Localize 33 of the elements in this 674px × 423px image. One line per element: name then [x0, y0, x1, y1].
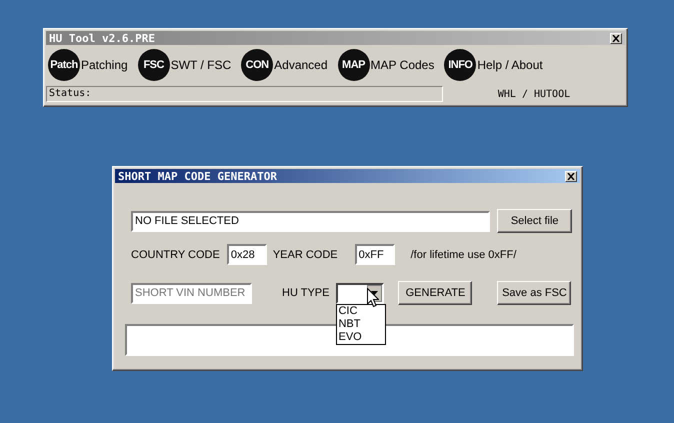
file-path-field[interactable]: NO FILE SELECTED	[131, 210, 490, 232]
toolbar-button[interactable]: MAP MAP Codes	[338, 49, 434, 81]
badge-icon: MAP	[338, 49, 370, 81]
toolbar-button[interactable]: CON Advanced	[241, 49, 328, 81]
dropdown-option[interactable]: NBT	[337, 318, 386, 330]
close-icon	[567, 172, 575, 180]
status-field: Status:	[46, 86, 443, 102]
toolbar-button[interactable]: FSC SWT / FSC	[138, 49, 232, 81]
close-button[interactable]	[610, 32, 622, 44]
vin-field[interactable]: SHORT VIN NUMBER	[131, 282, 252, 304]
window-title: HU Tool v2.6.PRE	[49, 32, 155, 44]
country-code-label: COUNTRY CODE	[131, 248, 220, 260]
dropdown-option[interactable]: EVO	[337, 330, 386, 344]
select-file-button[interactable]: Select file	[497, 209, 572, 233]
badge-icon: INFO	[444, 49, 476, 81]
dropdown-option[interactable]: CIC	[337, 304, 386, 318]
close-button[interactable]	[565, 170, 577, 182]
toolbar-button[interactable]: INFO Help / About	[444, 49, 543, 81]
badge-icon: Patch	[48, 49, 80, 81]
hu-type-label: HU TYPE	[282, 287, 330, 299]
badge-icon: CON	[241, 49, 274, 81]
credit-text: WHL / HUTOOL	[496, 88, 572, 100]
badge-icon: FSC	[138, 49, 170, 81]
close-icon	[612, 34, 620, 42]
window-title: SHORT MAP CODE GENERATOR	[118, 170, 277, 182]
toolbar-button[interactable]: Patch Patching	[48, 49, 128, 81]
year-code-field[interactable]: 0xFF	[354, 244, 395, 265]
country-code-field[interactable]: 0x28	[226, 244, 267, 265]
caret-icon	[371, 291, 378, 295]
year-code-label: YEAR CODE	[272, 248, 338, 260]
hint-text: /for lifetime use 0xFF/	[410, 248, 516, 260]
generate-button[interactable]: GENERATE	[398, 281, 472, 305]
save-fsc-button[interactable]: Save as FSC	[497, 281, 572, 305]
